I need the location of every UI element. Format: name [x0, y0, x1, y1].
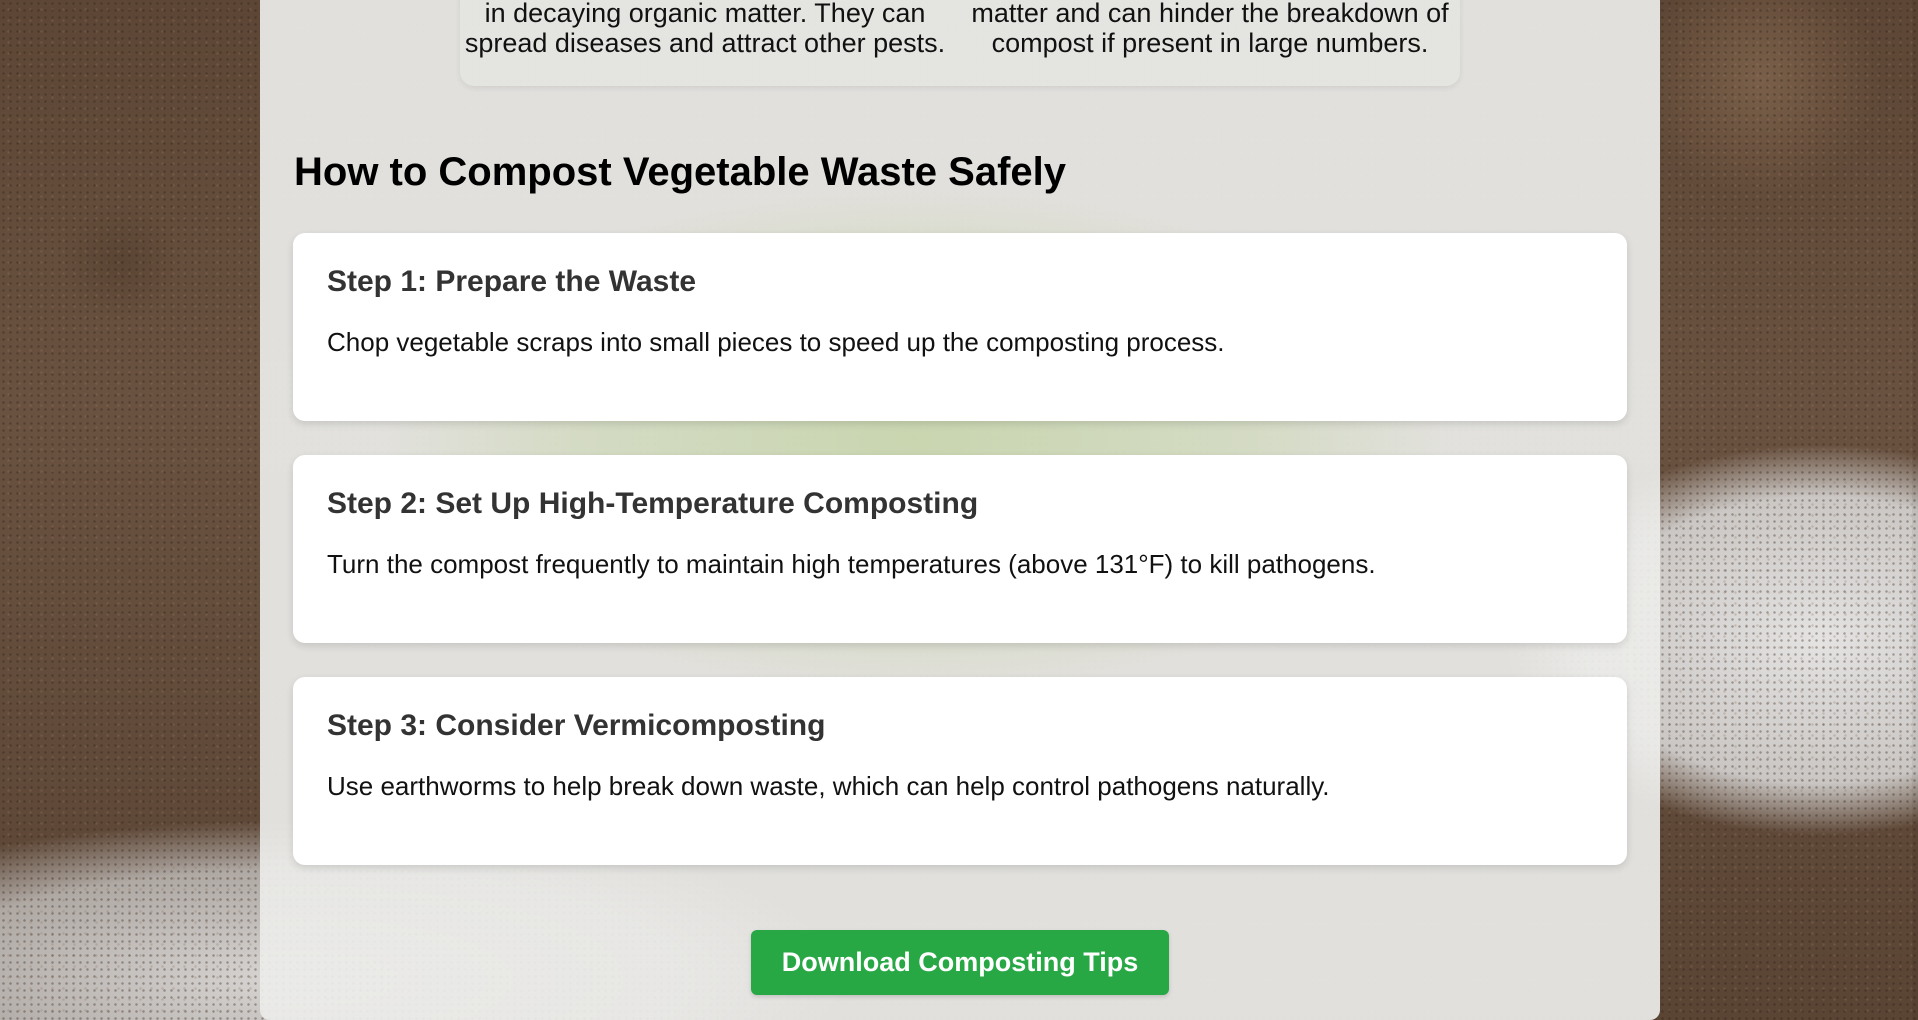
pest-left-line-1: in decaying organic matter. They can — [484, 0, 926, 28]
pest-description-left: in decaying organic matter. They can spr… — [460, 0, 950, 58]
step-title: Step 3: Consider Vermicomposting — [327, 709, 826, 742]
pest-right-line-1: matter and can hinder the breakdown of — [971, 0, 1449, 28]
step-description: Use earthworms to help break down waste,… — [327, 771, 1330, 801]
download-tips-button[interactable]: Download Composting Tips — [751, 930, 1169, 995]
step-card-3: Step 3: Consider Vermicomposting Use ear… — [293, 677, 1627, 865]
step-description: Chop vegetable scraps into small pieces … — [327, 327, 1225, 357]
step-title: Step 2: Set Up High-Temperature Composti… — [327, 487, 979, 520]
step-description: Turn the compost frequently to maintain … — [327, 549, 1376, 579]
pest-description-right: matter and can hinder the breakdown of c… — [960, 0, 1460, 58]
pest-right-line-2: compost if present in large numbers. — [991, 28, 1429, 58]
section-title: How to Compost Vegetable Waste Safely — [294, 150, 1067, 194]
step-title: Step 1: Prepare the Waste — [327, 265, 697, 298]
pest-left-line-2: spread diseases and attract other pests. — [464, 28, 946, 58]
step-card-1: Step 1: Prepare the Waste Chop vegetable… — [293, 233, 1627, 421]
step-card-2: Step 2: Set Up High-Temperature Composti… — [293, 455, 1627, 643]
page-scrollbar[interactable] — [1912, 0, 1918, 1020]
